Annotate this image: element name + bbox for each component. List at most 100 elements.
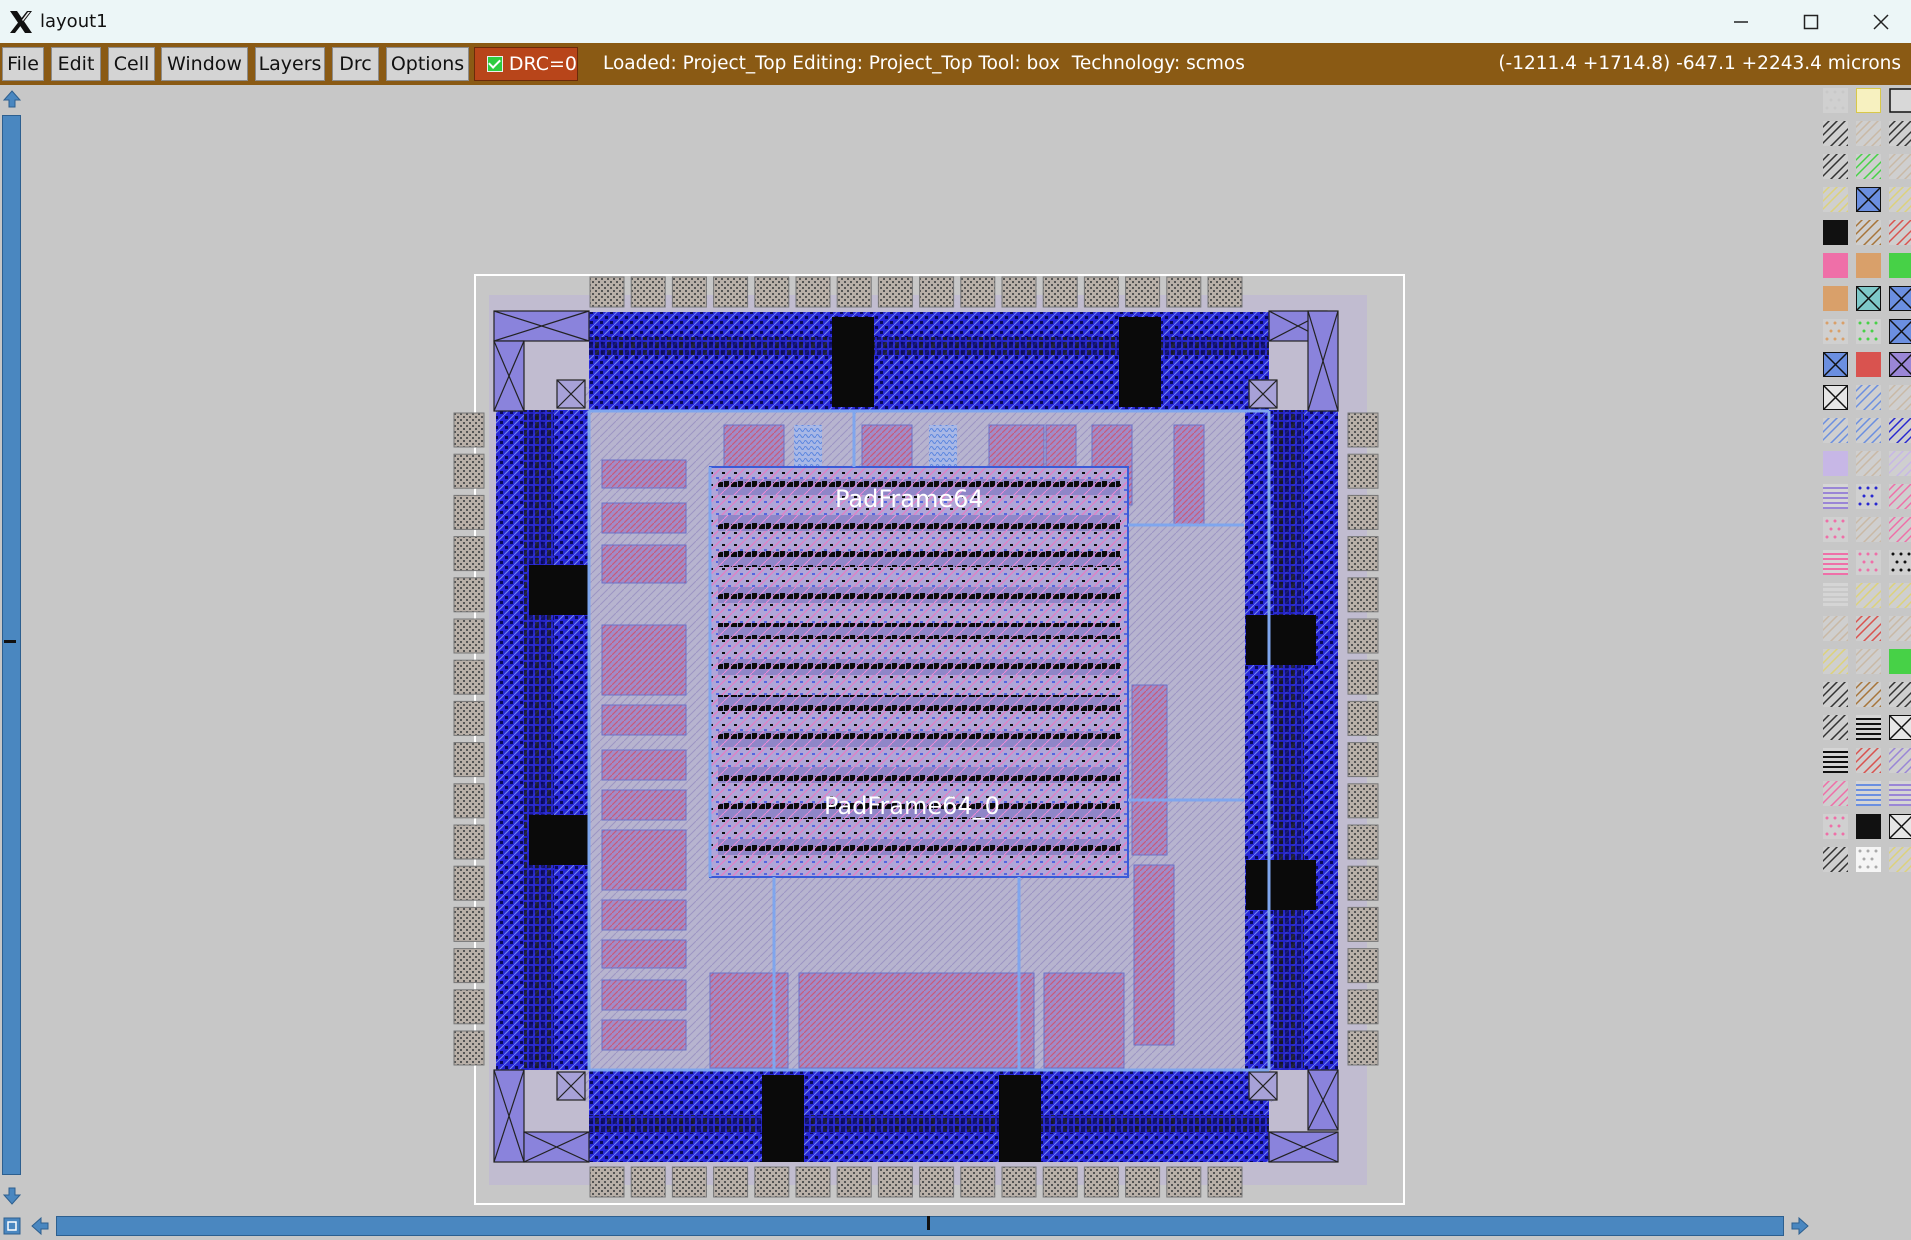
layer-swatch-x-blue[interactable] <box>1856 187 1881 212</box>
bond-pad <box>1042 276 1078 308</box>
layer-swatch-x-blue[interactable] <box>1889 319 1911 344</box>
close-icon[interactable] <box>1846 0 1911 43</box>
layer-swatch-solid-green[interactable] <box>1889 649 1911 674</box>
layer-swatch-dots-navy[interactable] <box>1856 484 1881 509</box>
bond-pad <box>1125 1166 1161 1198</box>
layer-swatch-dots-pink[interactable] <box>1823 814 1848 839</box>
layer-swatch-solid-black[interactable] <box>1823 220 1848 245</box>
layer-swatch-x-teal[interactable] <box>1856 286 1881 311</box>
layer-swatch-hatch-black[interactable] <box>1820 712 1851 743</box>
layer-swatch-dots-green[interactable] <box>1856 319 1881 344</box>
layer-swatch-hatch-black[interactable] <box>1820 151 1851 182</box>
layer-swatch-hatch-yellow[interactable] <box>1886 580 1911 611</box>
layer-swatch-hatch-tan[interactable] <box>1886 382 1911 413</box>
layer-swatch-solid-orange[interactable] <box>1823 286 1848 311</box>
layer-swatch-lines-black[interactable] <box>1823 748 1848 773</box>
vertical-scrollbar[interactable] <box>0 85 24 1213</box>
layer-swatch-solid-lavender[interactable] <box>1823 451 1848 476</box>
menu-layers[interactable]: Layers <box>255 47 325 81</box>
bond-pad <box>453 742 485 778</box>
layer-swatch-hatch-tan[interactable] <box>1853 514 1884 545</box>
layer-swatch-lines-purple[interactable] <box>1889 781 1911 806</box>
layer-swatch-hatch-tan[interactable] <box>1820 613 1851 644</box>
layer-swatch-hatch-yellow[interactable] <box>1820 646 1851 677</box>
layer-swatch-hatch-black[interactable] <box>1820 844 1851 875</box>
layer-swatch-lines-blue[interactable] <box>1856 781 1881 806</box>
layer-swatch-hatch-red[interactable] <box>1886 217 1911 248</box>
layer-swatch-x-black[interactable] <box>1823 385 1848 410</box>
layer-swatch-x-purple[interactable] <box>1889 352 1911 377</box>
layer-swatch-hatch-blue[interactable] <box>1820 415 1851 446</box>
layer-swatch-hatch-black[interactable] <box>1886 118 1911 149</box>
menu-options[interactable]: Options <box>386 47 469 81</box>
bond-pad <box>453 577 485 613</box>
layer-swatch-hatch-black[interactable] <box>1820 118 1851 149</box>
layer-swatch-hatch-navy[interactable] <box>1886 415 1911 446</box>
layout-canvas[interactable]: PadFrame64 PadFrame64_0 <box>24 85 1815 1213</box>
standard-cell-row <box>718 551 1120 567</box>
menu-file[interactable]: File <box>2 47 44 81</box>
layer-swatch-yellow-outline[interactable] <box>1855 87 1882 114</box>
layer-swatch-solid-black[interactable] <box>1856 814 1881 839</box>
horizontal-scroll-thumb[interactable] <box>56 1216 1784 1236</box>
drc-toggle-button[interactable]: DRC=0 <box>474 47 578 81</box>
layer-swatch-solid-green[interactable] <box>1889 253 1911 278</box>
layer-swatch-dots-orange[interactable] <box>1823 319 1848 344</box>
bond-pad <box>589 1166 625 1198</box>
layer-swatch-hatch-red[interactable] <box>1853 613 1884 644</box>
layer-swatch-hatch-yellow[interactable] <box>1820 184 1851 215</box>
layer-swatch-solid-pink[interactable] <box>1823 253 1848 278</box>
vertical-scroll-thumb[interactable] <box>2 115 21 1175</box>
layer-swatch-dots-white[interactable] <box>1856 847 1881 872</box>
layer-swatch-dots-black[interactable] <box>1889 550 1911 575</box>
layer-swatch-hatch-tan[interactable] <box>1853 448 1884 479</box>
layer-swatch-hatch-pink[interactable] <box>1820 778 1851 809</box>
horizontal-scrollbar[interactable] <box>0 1213 1815 1240</box>
layer-swatch-solid-red[interactable] <box>1856 352 1881 377</box>
scroll-down-arrow-icon[interactable] <box>1 1185 23 1207</box>
layer-swatch-hatch-black[interactable] <box>1820 679 1851 710</box>
layer-swatch-hatch-lavender[interactable] <box>1886 448 1911 479</box>
layer-swatch-dots-pink[interactable] <box>1856 550 1881 575</box>
menu-drc[interactable]: Drc <box>332 47 379 81</box>
menu-window[interactable]: Window <box>161 47 248 81</box>
layer-swatch-x-blue[interactable] <box>1823 352 1848 377</box>
layer-swatch-lines-gray[interactable] <box>1823 583 1848 608</box>
layer-swatch-hatch-black[interactable] <box>1886 679 1911 710</box>
scroll-right-arrow-icon[interactable] <box>1789 1215 1811 1237</box>
layer-swatch-hatch-yellow[interactable] <box>1853 580 1884 611</box>
layer-swatch-hatch-brown[interactable] <box>1853 679 1884 710</box>
layer-swatch-lines-black[interactable] <box>1856 715 1881 740</box>
layer-swatch-hatch-blue[interactable] <box>1853 415 1884 446</box>
menu-edit[interactable]: Edit <box>51 47 101 81</box>
layer-swatch-hatch-pink[interactable] <box>1886 481 1911 512</box>
layer-swatch-hatch-pink[interactable] <box>1886 514 1911 545</box>
layer-swatch-x-black[interactable] <box>1889 715 1911 740</box>
layer-swatch-hatch-tan[interactable] <box>1886 151 1911 182</box>
layer-swatch-x-black[interactable] <box>1889 814 1911 839</box>
minimize-icon[interactable] <box>1706 0 1776 43</box>
zoom-box-icon[interactable] <box>1 1215 23 1237</box>
layer-swatch-hatch-red[interactable] <box>1853 745 1884 776</box>
layer-swatch-dots-pink[interactable] <box>1823 517 1848 542</box>
scroll-up-arrow-icon[interactable] <box>1 88 23 110</box>
scroll-left-arrow-icon[interactable] <box>29 1215 51 1237</box>
layer-swatch-hatch-yellow[interactable] <box>1886 844 1911 875</box>
layer-swatch-hatch-tan[interactable] <box>1853 646 1884 677</box>
bond-pad <box>877 1166 913 1198</box>
layer-swatch-hatch-yellow[interactable] <box>1886 184 1911 215</box>
layer-swatch-lines-pink[interactable] <box>1823 550 1848 575</box>
layer-swatch-lines-purple[interactable] <box>1823 484 1848 509</box>
layer-swatch-hatch-purple[interactable] <box>1886 745 1911 776</box>
layer-swatch-hatch-tan[interactable] <box>1886 613 1911 644</box>
menu-cell[interactable]: Cell <box>108 47 155 81</box>
layer-swatch-hatch-blue[interactable] <box>1853 382 1884 413</box>
layer-swatch-x-blue[interactable] <box>1889 286 1911 311</box>
maximize-icon[interactable] <box>1776 0 1846 43</box>
layer-swatch-hatch-green[interactable] <box>1853 151 1884 182</box>
layer-swatch-solid-orange[interactable] <box>1856 253 1881 278</box>
layer-swatch-hatch-tan[interactable] <box>1853 118 1884 149</box>
layer-swatch-outline-black[interactable] <box>1889 88 1911 113</box>
layer-swatch-hatch-brown[interactable] <box>1853 217 1884 248</box>
layer-swatch-dots-gray[interactable] <box>1823 88 1848 113</box>
